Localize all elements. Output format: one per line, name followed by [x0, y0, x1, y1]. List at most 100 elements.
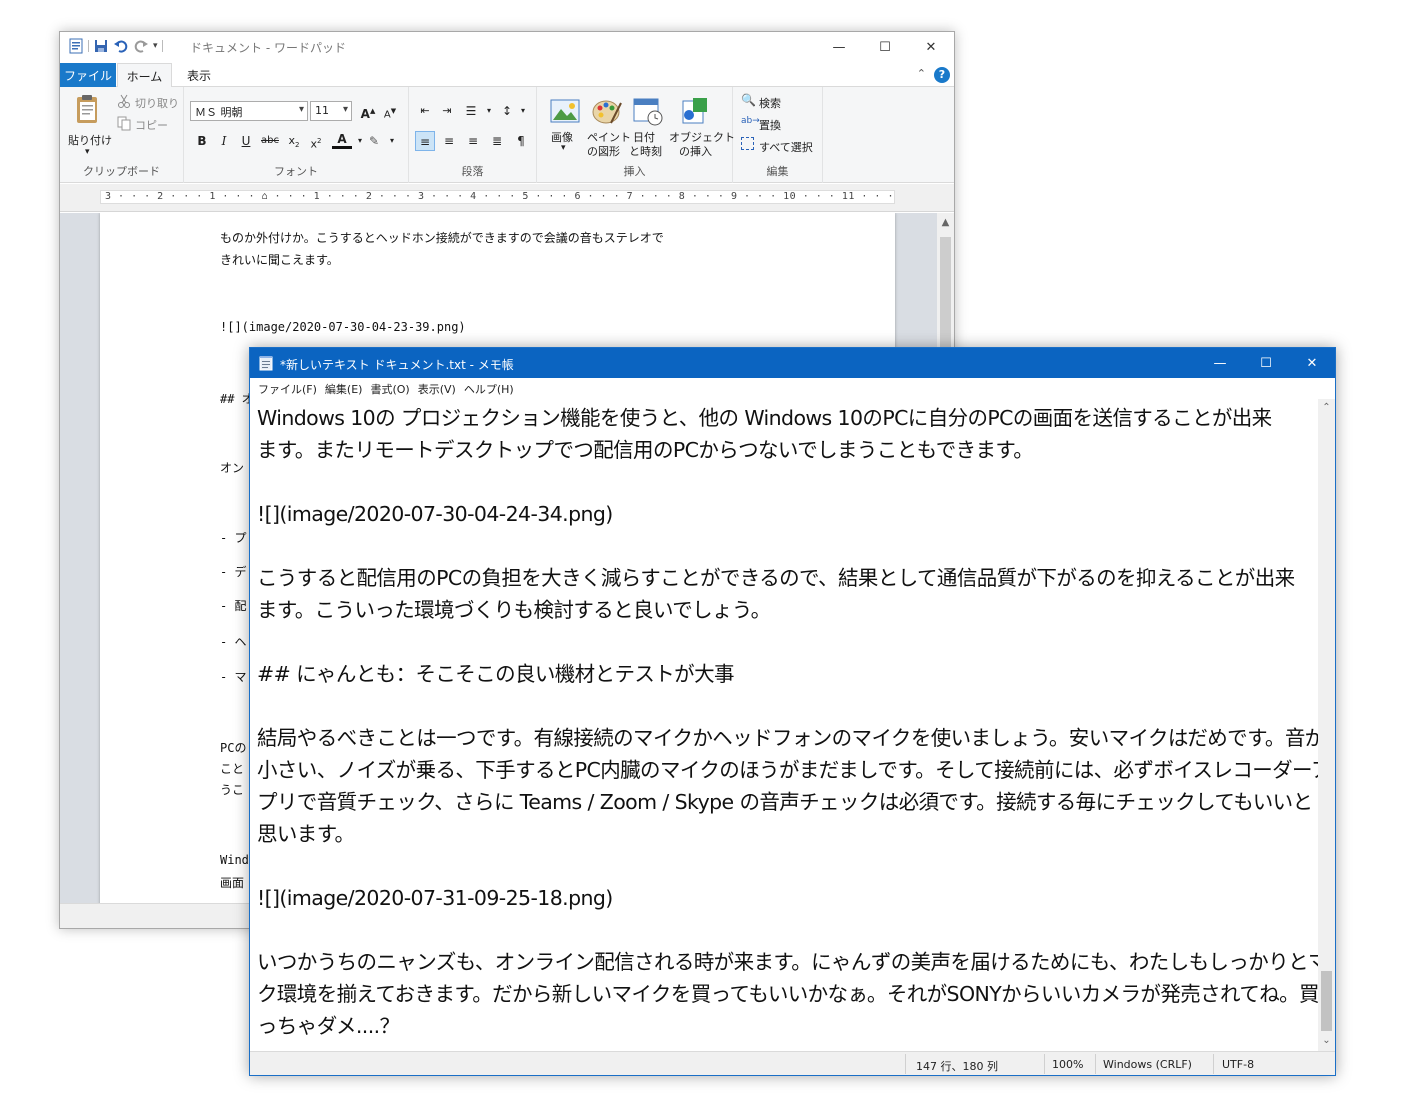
scroll-thumb[interactable] [1321, 971, 1332, 1031]
notepad-statusbar: 147 行、180 列 100% Windows (CRLF) UTF-8 [250, 1051, 1335, 1075]
bullets-dropdown-icon[interactable]: ▾ [479, 101, 499, 121]
insert-object-icon[interactable] [679, 95, 711, 127]
notepad-text-area[interactable]: Windows 10の プロジェクション機能を使うと、他の Windows 10… [250, 399, 1319, 1051]
ribbon-home: 貼り付け ▾ 切り取り コピー クリップボード ＭＳ 明朝 11 A▲ A▼ B… [60, 87, 954, 183]
replace-icon[interactable]: ab→ [741, 116, 760, 126]
menu-format[interactable]: 書式(O) [368, 378, 415, 399]
highlight-icon[interactable]: ✎ [364, 131, 384, 151]
font-family-select[interactable]: ＭＳ 明朝 [190, 101, 308, 121]
select-all-button[interactable]: すべて選択 [759, 139, 813, 155]
encoding: UTF-8 [1222, 1058, 1255, 1071]
customize-qat-icon[interactable]: ▾ [153, 41, 158, 51]
tab-view[interactable]: 表示 [174, 63, 224, 87]
minimize-button[interactable]: — [816, 32, 862, 62]
strikethrough-icon[interactable]: abc [260, 131, 280, 151]
font-group-label: フォント [274, 165, 318, 178]
minimize-button[interactable]: — [1197, 348, 1243, 378]
edit-group-label: 編集 [766, 165, 789, 178]
doc-line: - デ [220, 565, 247, 579]
scroll-up-icon[interactable]: ▲ [937, 217, 954, 228]
text-line [257, 626, 1313, 658]
decrease-indent-icon[interactable]: ⇤ [415, 101, 435, 121]
notepad-vertical-scrollbar[interactable]: ⌃ ⌄ [1318, 399, 1335, 1051]
doc-line: こと [220, 762, 245, 776]
justify-icon[interactable]: ≣ [487, 131, 507, 151]
menu-edit[interactable]: 編集(E) [323, 378, 369, 399]
doc-line: - プ [220, 531, 247, 545]
wordpad-titlebar: ▾ ドキュメント - ワードパッド — ☐ ✕ [60, 32, 954, 62]
font-size-select[interactable]: 11 [310, 101, 352, 121]
tab-file[interactable]: ファイル [60, 63, 116, 87]
maximize-button[interactable]: ☐ [1243, 348, 1289, 378]
find-button[interactable]: 検索 [759, 95, 781, 111]
menu-file[interactable]: ファイル(F) [256, 378, 323, 399]
paint-drawing-icon[interactable] [591, 95, 623, 127]
insert-object-label-2[interactable]: の挿入 [679, 143, 712, 159]
align-center-icon[interactable]: ≡ [439, 131, 459, 151]
text-line: こうすると配信用のPCの負担を大きく減らすことができるので、結果として通信品質が… [257, 566, 1295, 590]
help-icon[interactable]: ? [934, 67, 950, 83]
subscript-icon[interactable]: x2 [284, 131, 304, 151]
paste-button[interactable]: 貼り付け [68, 132, 112, 148]
copy-button[interactable]: コピー [135, 117, 168, 133]
text-line: 結局やるべきことは一つです。有線接続のマイクかヘッドフォンのマイクを使いましょう… [257, 726, 1319, 750]
paragraph-settings-icon[interactable]: ¶ [511, 131, 531, 151]
date-time-label-2[interactable]: と時刻 [629, 143, 662, 159]
replace-button[interactable]: 置換 [759, 117, 781, 133]
ruler[interactable]: 3 · · · 2 · · · 1 · · · ⌂ · · · 1 · · · … [60, 184, 954, 212]
bullets-icon[interactable]: ☰ [461, 101, 481, 121]
quick-access-toolbar: ▾ [68, 38, 163, 54]
bold-icon[interactable]: B [192, 131, 212, 151]
text-line [257, 530, 1313, 562]
font-color-icon[interactable]: A [332, 131, 352, 149]
grow-font-icon[interactable]: A▲ [358, 101, 378, 121]
paint-drawing-label-2[interactable]: の図形 [587, 143, 620, 159]
redo-icon[interactable] [133, 38, 149, 54]
scroll-up-icon[interactable]: ⌃ [1318, 402, 1335, 413]
zoom-level: 100% [1052, 1058, 1084, 1071]
text-line [257, 466, 1313, 498]
paste-dropdown-icon[interactable]: ▾ [85, 147, 90, 157]
cut-button[interactable]: 切り取り [135, 95, 179, 111]
close-button[interactable]: ✕ [1289, 348, 1335, 378]
text-line: プリで音質チェック、さらに Teams / Zoom / Skype の音声チェ… [257, 790, 1313, 814]
menu-help[interactable]: ヘルプ(H) [462, 378, 520, 399]
copy-icon[interactable] [116, 115, 132, 131]
superscript-icon[interactable]: x2 [306, 131, 326, 151]
line-spacing-dropdown-icon[interactable]: ▾ [513, 101, 533, 121]
close-button[interactable]: ✕ [908, 32, 954, 62]
save-icon[interactable] [93, 38, 109, 54]
date-time-icon[interactable] [631, 95, 663, 127]
align-left-icon[interactable]: ≡ [415, 131, 435, 151]
select-all-icon[interactable] [741, 137, 754, 150]
text-line [257, 690, 1313, 722]
collapse-ribbon-icon[interactable]: ⌃ [917, 67, 926, 80]
italic-icon[interactable]: I [214, 131, 234, 151]
highlight-dropdown-icon[interactable]: ▾ [382, 131, 402, 151]
text-line [257, 914, 1313, 946]
doc-line: ![](image/2020-07-30-04-23-39.png) [220, 320, 466, 334]
maximize-button[interactable]: ☐ [862, 32, 908, 62]
text-line: ![](image/2020-07-31-09-25-18.png) [257, 886, 613, 910]
text-line: ![](image/2020-07-30-04-24-34.png) [257, 502, 613, 526]
text-line: いつかうちのニャンズも、オンライン配信される時が来ます。にゃんずの美声を届けるた… [257, 950, 1319, 974]
underline-icon[interactable]: U [236, 131, 256, 151]
find-icon[interactable]: 🔍 [741, 93, 756, 107]
menu-view[interactable]: 表示(V) [416, 378, 462, 399]
tab-home[interactable]: ホーム [117, 63, 172, 87]
doc-line: きれいに聞こえます。 [220, 253, 339, 267]
paste-icon[interactable] [72, 93, 104, 125]
scroll-down-icon[interactable]: ⌄ [1318, 1035, 1335, 1046]
doc-line: - ヘ [220, 635, 247, 649]
increase-indent-icon[interactable]: ⇥ [437, 101, 457, 121]
wordpad-app-icon [69, 38, 83, 54]
text-line: っちゃダメ....？ [257, 1014, 400, 1038]
picture-icon[interactable] [549, 95, 581, 127]
cut-icon[interactable] [116, 93, 132, 109]
align-right-icon[interactable]: ≡ [463, 131, 483, 151]
text-line: Windows 10の プロジェクション機能を使うと、他の Windows 10… [257, 406, 1272, 430]
shrink-font-icon[interactable]: A▼ [380, 101, 400, 121]
undo-icon[interactable] [113, 38, 129, 54]
paragraph-group-label: 段落 [461, 165, 484, 178]
text-line: ## にゃんとも：そこそこの良い機材とテストが大事 [257, 662, 734, 686]
